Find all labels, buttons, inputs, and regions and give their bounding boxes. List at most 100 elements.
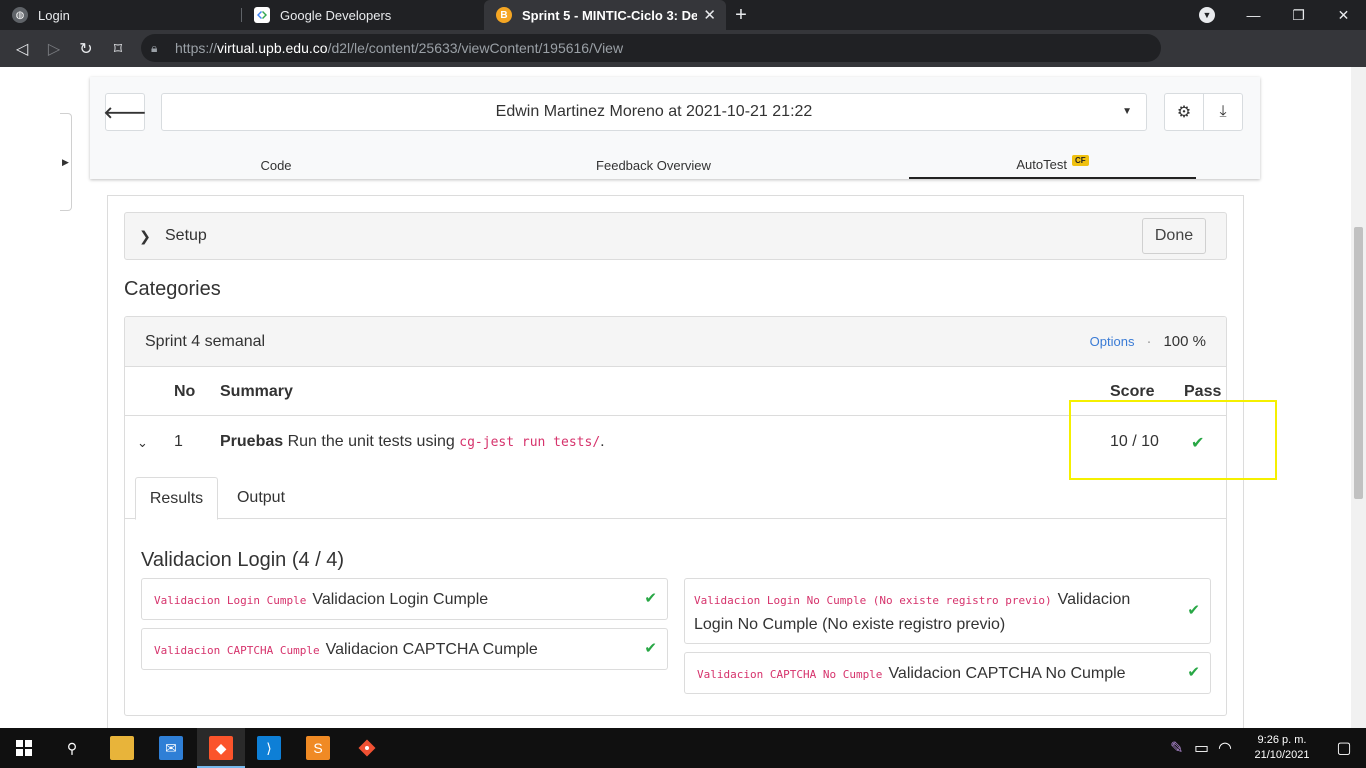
step-text: Validacion Login Cumple [312, 591, 489, 608]
annotation-highlight-box [1069, 400, 1277, 480]
browser-toolbar: ◁ ▷ ↻ ⌑ 🔒︎ https:// virtual.upb.edu.co /… [0, 30, 1366, 88]
row-summary: Pruebas Run the unit tests using cg-jest… [220, 433, 605, 451]
vscode-icon[interactable]: ⟩ [257, 736, 281, 760]
sublime-text-icon[interactable]: S [306, 736, 330, 760]
done-button[interactable]: Done [1142, 218, 1206, 254]
caret-down-icon: ▼ [1122, 106, 1132, 117]
result-tabs: Results Output [125, 477, 1226, 520]
taskbar-clock[interactable]: 9:26 p. m. 21/10/2021 [1242, 733, 1322, 763]
category-name: Sprint 4 semanal [145, 333, 266, 350]
browser-tab-strip: ◍ Login Google Developers B Sprint 5 - M… [0, 0, 1366, 30]
tab-title: Login [38, 7, 70, 23]
test-step: Validacion Login Cumple Validacion Login … [141, 578, 668, 620]
step-text: Validacion CAPTCHA Cumple [325, 641, 538, 658]
url-path: /d2l/le/content/25633/viewContent/195616… [327, 40, 624, 56]
tab-feedback-overview[interactable]: Feedback Overview [447, 151, 860, 179]
forward-icon[interactable]: ▷ [38, 34, 70, 64]
git-icon[interactable] [355, 736, 379, 760]
row-number: 1 [174, 433, 183, 450]
arrow-left-icon: 🡐 [103, 104, 147, 122]
tab-search-icon[interactable]: ▼ [1199, 7, 1215, 23]
test-step: Validacion CAPTCHA No Cumple Validacion C… [684, 652, 1211, 694]
new-tab-button[interactable]: + [726, 0, 756, 30]
row-text: Run the unit tests using [287, 433, 455, 450]
check-icon: ✔ [644, 640, 657, 657]
download-button[interactable]: ⤓ [1203, 93, 1243, 131]
address-bar[interactable]: 🔒︎ https:// virtual.upb.edu.co /d2l/le/c… [141, 34, 1161, 62]
check-icon: ✔ [1187, 602, 1200, 619]
bookmark-icon[interactable]: ⌑ [102, 34, 134, 64]
gear-icon: ⚙ [1176, 104, 1192, 121]
browser-tab-login[interactable]: ◍ Login [0, 0, 242, 30]
scrollbar-thumb[interactable] [1354, 227, 1363, 499]
sidebar-expand-handle[interactable]: ▶ [60, 113, 72, 211]
cf-badge: CF [1071, 154, 1089, 166]
globe-icon: ◍ [12, 7, 28, 23]
category-percent: 100 % [1163, 333, 1206, 350]
windows-start-icon[interactable] [12, 736, 36, 760]
test-step: Validacion CAPTCHA Cumple Validacion CAPT… [141, 628, 668, 670]
system-tray: ✎ ▭ ◠ 9:26 p. m. 21/10/2021 ▢ [1170, 728, 1366, 768]
chevron-right-icon: ❯ [139, 227, 151, 244]
step-code: Validacion CAPTCHA No Cumple [697, 668, 883, 681]
check-icon: ✔ [1187, 664, 1200, 681]
step-text: Validacion CAPTCHA No Cumple [888, 665, 1126, 682]
back-button[interactable]: 🡐 [103, 93, 147, 131]
setup-label: Setup [165, 227, 207, 244]
tab-autotest[interactable]: AutoTest CF [909, 151, 1196, 179]
download-icon: ⤓ [1219, 103, 1227, 120]
tab-title: Google Developers [280, 7, 392, 23]
category-meta: Options · 100 % [1090, 333, 1206, 350]
options-link[interactable]: Options [1090, 334, 1135, 349]
row-command: cg-jest run tests/ [459, 435, 601, 450]
clock-date: 21/10/2021 [1254, 749, 1310, 761]
tab-results[interactable]: Results [135, 477, 218, 520]
test-step: Validacion Login No Cumple (No existe re… [684, 578, 1211, 644]
chevron-right-icon: ▶ [62, 156, 69, 167]
suite-title: Validacion Login (4 / 4) [141, 549, 345, 571]
notification-icon[interactable]: ▢ [1322, 738, 1366, 758]
mail-icon[interactable]: ✉ [159, 736, 183, 760]
browser-tab-google-developers[interactable]: Google Developers [242, 0, 484, 30]
step-code: Validacion Login No Cumple (No existe re… [694, 594, 1052, 607]
step-code: Validacion Login Cumple [154, 594, 307, 607]
site-favicon: B [496, 7, 512, 23]
page-scrollbar[interactable] [1351, 67, 1366, 728]
separator-dot: · [1146, 333, 1152, 350]
search-icon[interactable]: ⚲ [60, 736, 84, 760]
back-icon[interactable]: ◁ [6, 34, 38, 64]
page-content: ▶ 🡐 Edwin Martinez Moreno at 2021-10-21 … [0, 67, 1366, 728]
settings-button[interactable]: ⚙ [1164, 93, 1204, 131]
tab-title: Sprint 5 - MINTIC-Ciclo 3: Desarro [522, 7, 698, 23]
submission-tabs: Code Feedback Overview AutoTest CF [105, 151, 1245, 179]
chevron-down-icon[interactable]: ⌄ [137, 435, 148, 451]
tab-code[interactable]: Code [105, 151, 447, 179]
tab-feedback-label: Feedback Overview [596, 157, 711, 173]
submission-selector[interactable]: Edwin Martinez Moreno at 2021-10-21 21:2… [161, 93, 1147, 131]
file-explorer-icon[interactable] [110, 736, 134, 760]
submission-label: Edwin Martinez Moreno at 2021-10-21 21:2… [495, 103, 813, 120]
row-name: Pruebas [220, 433, 284, 450]
tab-code-label: Code [260, 157, 292, 173]
header-divider [125, 415, 1226, 416]
close-tab-icon[interactable]: ✕ [703, 6, 716, 24]
reload-icon[interactable]: ↻ [70, 34, 102, 64]
wifi-icon[interactable]: ◠ [1218, 738, 1242, 758]
setup-collapse[interactable]: ❯ Setup Done [124, 212, 1227, 260]
categories-heading: Categories [124, 278, 221, 300]
window-controls: — ❐ ✕ [1231, 0, 1366, 30]
check-icon: ✔ [644, 590, 657, 607]
feather-icon[interactable]: ✎ [1170, 738, 1194, 758]
category-header: Sprint 4 semanal Options · 100 % [125, 317, 1226, 367]
browser-tab-sprint5[interactable]: B Sprint 5 - MINTIC-Ciclo 3: Desarro ✕ [484, 0, 726, 30]
windows-taskbar: ⚲ ✉ ◆ ⟩ S ✎ ▭ ◠ 9:26 p. m. 21/10/2021 ▢ [0, 728, 1366, 768]
category-card: Sprint 4 semanal Options · 100 % No Summ… [124, 316, 1227, 716]
maximize-icon[interactable]: ❐ [1276, 0, 1321, 30]
brave-browser-icon[interactable]: ◆ [209, 736, 233, 760]
header-score: Score [1110, 383, 1155, 400]
tab-output[interactable]: Output [221, 477, 301, 519]
clock-time: 9:26 p. m. [1257, 734, 1307, 746]
close-window-icon[interactable]: ✕ [1321, 0, 1366, 30]
battery-icon[interactable]: ▭ [1194, 738, 1218, 758]
minimize-icon[interactable]: — [1231, 0, 1276, 30]
